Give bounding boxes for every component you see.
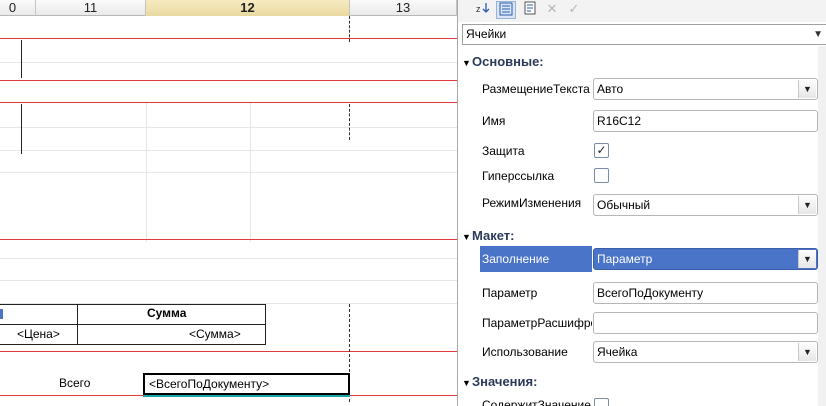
prop-contains-value-checkbox[interactable] bbox=[594, 398, 609, 406]
grid-col-line bbox=[146, 102, 147, 242]
sort-az-icon[interactable]: z bbox=[473, 1, 493, 19]
apply-icon[interactable]: ✓ bbox=[564, 1, 584, 19]
group-layout-label: Макет: bbox=[472, 228, 515, 243]
price-param-cell[interactable]: <Цена> bbox=[17, 327, 60, 341]
column-header-11[interactable]: 11 bbox=[36, 0, 146, 16]
table-col-border bbox=[77, 304, 78, 345]
area-border bbox=[0, 351, 457, 352]
table-border-top bbox=[0, 304, 265, 305]
cell-border-line bbox=[21, 40, 22, 78]
prop-usage-label: Использование bbox=[482, 345, 568, 359]
grid-col-line bbox=[250, 102, 251, 242]
column-header-12[interactable]: 12 bbox=[146, 0, 350, 16]
prop-parameter-input[interactable]: ВсегоПоДокументу bbox=[593, 282, 818, 304]
spreadsheet[interactable]: 0 11 12 13 Сумма <Цена> <Сумма> Всего <В… bbox=[0, 0, 457, 406]
area-border bbox=[0, 239, 457, 240]
chevron-down-icon[interactable]: ▼ bbox=[798, 343, 816, 361]
area-border bbox=[0, 102, 457, 103]
amount-header-cell[interactable]: Сумма bbox=[147, 306, 186, 320]
categories-icon[interactable] bbox=[496, 1, 516, 19]
chevron-down-icon[interactable]: ▼ bbox=[798, 80, 816, 98]
prop-hyperlink-checkbox[interactable] bbox=[594, 168, 609, 183]
prop-placement-value: Авто bbox=[597, 82, 624, 96]
properties-toolbar: z ✕ ✓ bbox=[458, 0, 826, 22]
table-border-mid bbox=[0, 324, 265, 325]
object-type-select[interactable]: Ячейки ▼ bbox=[462, 24, 826, 45]
collapse-triangle-icon: ▼ bbox=[462, 232, 471, 242]
clear-icon[interactable]: ✕ bbox=[542, 1, 562, 19]
prop-parameter-label: Параметр bbox=[482, 286, 538, 300]
prop-fill-label: Заполнение bbox=[480, 246, 592, 272]
prop-hyperlink-label: Гиперссылка bbox=[482, 169, 555, 183]
column-header-10[interactable]: 0 bbox=[0, 0, 36, 16]
prop-usage-value: Ячейка bbox=[597, 345, 638, 359]
prop-fill-select[interactable]: Параметр ▼ bbox=[593, 248, 818, 270]
prop-edit-mode-label: РежимИзменения bbox=[482, 196, 582, 210]
prop-name-input[interactable]: R16C12 bbox=[593, 110, 818, 132]
grid-row-line bbox=[0, 172, 457, 173]
total-label-cell[interactable]: Всего bbox=[59, 376, 90, 390]
prop-placement-select[interactable]: Авто ▼ bbox=[593, 78, 818, 100]
group-layout[interactable]: ▼Макет: bbox=[462, 226, 818, 246]
prop-usage-select[interactable]: Ячейка ▼ bbox=[593, 341, 818, 363]
prop-placement-label: РазмещениеТекста bbox=[482, 82, 590, 96]
collapse-triangle-icon: ▼ bbox=[462, 378, 471, 388]
prop-fill-value: Параметр bbox=[597, 252, 653, 266]
prop-contains-value-label: СодержитЗначение bbox=[482, 398, 591, 406]
chevron-down-icon: ▼ bbox=[813, 29, 823, 40]
column-marker bbox=[0, 309, 3, 319]
prop-edit-mode-value: Обычный bbox=[597, 198, 651, 212]
grid-row-line bbox=[0, 62, 457, 63]
table-col-border bbox=[265, 304, 266, 345]
group-values-label: Значения: bbox=[472, 374, 538, 389]
page-break-line bbox=[349, 16, 350, 42]
grid-row-line bbox=[0, 280, 457, 281]
table-border-bottom bbox=[0, 344, 265, 345]
prop-name-label: Имя bbox=[482, 114, 506, 128]
column-header-bar: 0 11 12 13 bbox=[0, 0, 457, 16]
group-values[interactable]: ▼Значения: bbox=[462, 372, 818, 392]
properties-icon[interactable] bbox=[520, 1, 540, 19]
collapse-triangle-icon: ▼ bbox=[462, 58, 471, 68]
active-cell[interactable]: <ВсегоПоДокументу> bbox=[143, 373, 350, 397]
area-border bbox=[0, 38, 457, 39]
svg-text:z: z bbox=[476, 4, 481, 14]
amount-param-cell[interactable]: <Сумма> bbox=[189, 327, 241, 341]
vertical-scrollbar[interactable] bbox=[818, 46, 826, 406]
cell-border-line bbox=[21, 104, 22, 154]
grid-row-line bbox=[0, 127, 457, 128]
page-break-line bbox=[349, 104, 350, 140]
prop-protection-checkbox[interactable]: ✓ bbox=[594, 143, 609, 158]
area-border bbox=[0, 80, 457, 81]
group-basic-label: Основные: bbox=[472, 54, 544, 69]
prop-edit-mode-select[interactable]: Обычный ▼ bbox=[593, 194, 818, 216]
properties-panel: z ✕ ✓ Ячейки ▼ ▼Основные: РазмещениеТекс… bbox=[457, 0, 826, 406]
grid-row-line bbox=[0, 258, 457, 259]
column-header-13[interactable]: 13 bbox=[350, 0, 457, 16]
group-basic[interactable]: ▼Основные: bbox=[462, 52, 818, 72]
chevron-down-icon[interactable]: ▼ bbox=[798, 196, 816, 214]
grid-row-line bbox=[0, 150, 457, 151]
object-type-value: Ячейки bbox=[466, 27, 507, 41]
chevron-down-icon[interactable]: ▼ bbox=[798, 250, 816, 268]
prop-protection-label: Защита bbox=[482, 144, 525, 158]
prop-decode-parameter-label: ПараметрРасшифровки bbox=[482, 316, 592, 330]
prop-decode-parameter-input[interactable] bbox=[593, 312, 818, 334]
